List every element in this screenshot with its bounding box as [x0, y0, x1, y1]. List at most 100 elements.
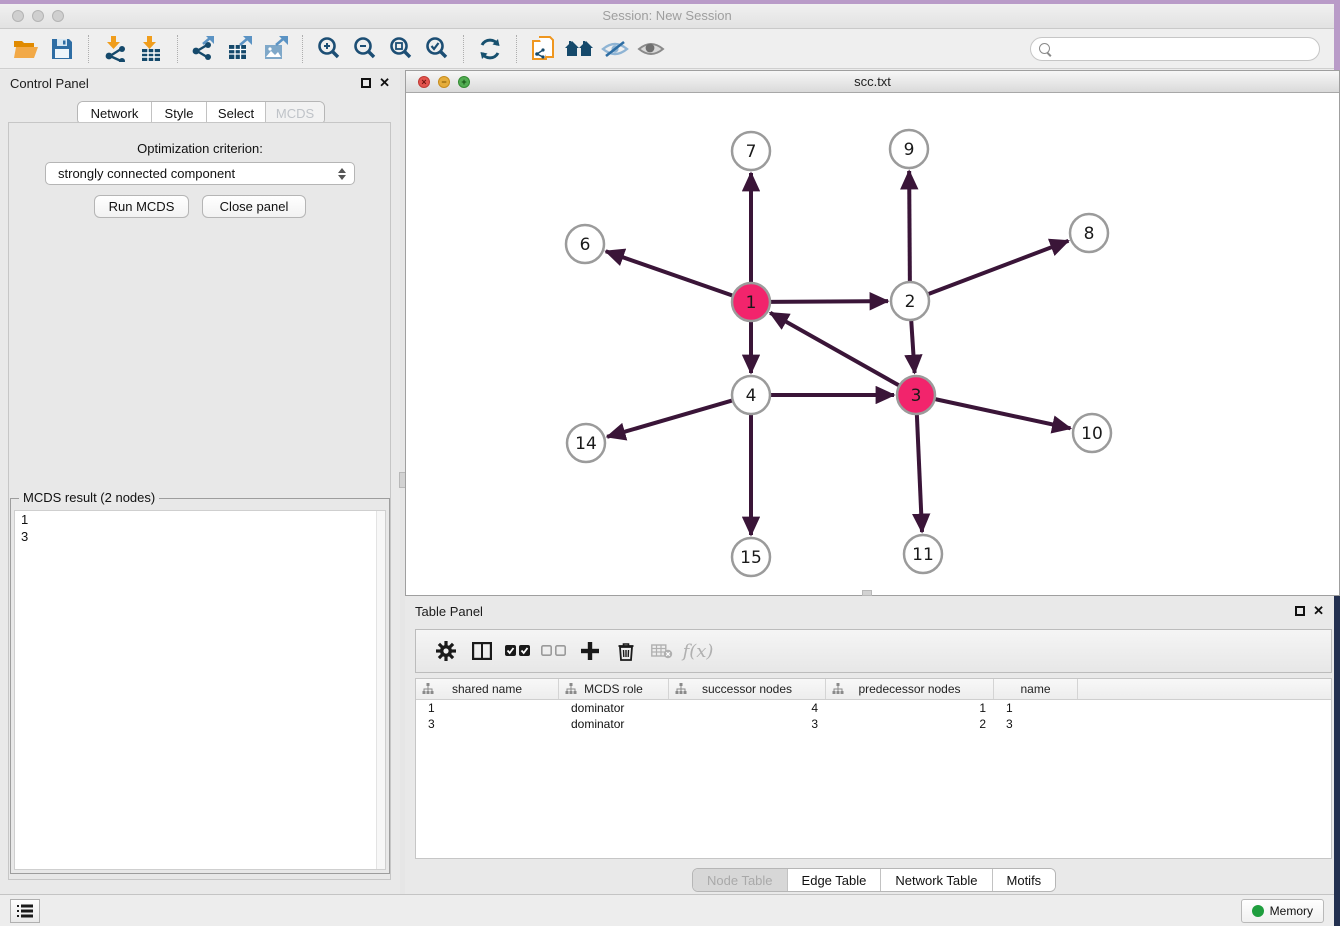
- status-bar: Memory: [0, 894, 1334, 926]
- cell-name: 1: [994, 701, 1078, 715]
- zoom-selected-icon[interactable]: [419, 33, 455, 65]
- column-header-mcds-role[interactable]: MCDS role: [559, 679, 669, 699]
- export-network-icon[interactable]: [186, 33, 222, 65]
- control-panel: Control Panel ✕ Network Style Select MCD…: [0, 70, 400, 894]
- tab-network[interactable]: Network: [78, 102, 151, 124]
- toolbar-separator: [302, 35, 303, 63]
- control-panel-title: Control Panel: [10, 76, 89, 91]
- toolbar-separator: [463, 35, 464, 63]
- search-input[interactable]: [1056, 41, 1310, 57]
- result-line: 3: [15, 528, 385, 545]
- close-panel-icon[interactable]: ✕: [379, 77, 390, 89]
- run-mcds-button[interactable]: Run MCDS: [94, 195, 189, 218]
- cell-successor-nodes: 3: [669, 717, 826, 731]
- node-label-10: 10: [1081, 424, 1103, 444]
- column-header-predecessor-nodes[interactable]: predecessor nodes: [826, 679, 994, 699]
- node-label-2: 2: [905, 292, 916, 312]
- tab-style[interactable]: Style: [151, 102, 206, 124]
- show-column-panel-icon[interactable]: [464, 634, 500, 668]
- mcds-result-title: MCDS result (2 nodes): [19, 490, 159, 505]
- network-view-frame: × − + scc.txt 7968124314101511: [405, 70, 1340, 596]
- table-header-row: shared name MCDS role successor nodes pr…: [416, 679, 1331, 700]
- titlebar[interactable]: Session: New Session: [0, 4, 1334, 29]
- open-session-icon[interactable]: [8, 33, 44, 65]
- network-graph[interactable]: 7968124314101511: [406, 93, 1339, 595]
- network-frame-titlebar[interactable]: × − + scc.txt: [406, 71, 1339, 93]
- tab-network-table[interactable]: Network Table: [880, 869, 991, 891]
- hide-selected-eye-icon[interactable]: [597, 33, 633, 65]
- edge-1-2[interactable]: [770, 301, 888, 302]
- import-table-icon[interactable]: [133, 33, 169, 65]
- network-frame-title: scc.txt: [406, 74, 1339, 89]
- select-all-columns-icon[interactable]: [500, 634, 536, 668]
- edge-3-11[interactable]: [917, 414, 922, 532]
- close-table-panel-icon[interactable]: ✕: [1313, 605, 1324, 617]
- network-from-file-icon[interactable]: [525, 33, 561, 65]
- criterion-value: strongly connected component: [58, 166, 235, 181]
- network-canvas[interactable]: 7968124314101511: [406, 93, 1339, 595]
- zoom-in-icon[interactable]: [311, 33, 347, 65]
- create-column-icon[interactable]: [572, 634, 608, 668]
- column-header-name[interactable]: name: [994, 679, 1078, 699]
- task-history-button[interactable]: [10, 899, 40, 923]
- memory-label: Memory: [1270, 904, 1313, 918]
- float-table-panel-icon[interactable]: [1295, 606, 1305, 616]
- optimization-criterion-label: Optimization criterion:: [0, 141, 400, 156]
- toolbar-separator: [177, 35, 178, 63]
- tab-mcds[interactable]: MCDS: [265, 102, 324, 124]
- zoom-fit-icon[interactable]: [383, 33, 419, 65]
- edge-3-10[interactable]: [935, 399, 1071, 428]
- edge-2-3[interactable]: [911, 320, 914, 373]
- home-icon[interactable]: [561, 33, 597, 65]
- tab-select[interactable]: Select: [206, 102, 265, 124]
- float-panel-icon[interactable]: [361, 78, 371, 88]
- mcds-result-textarea[interactable]: 1 3: [14, 510, 386, 870]
- export-image-icon[interactable]: [258, 33, 294, 65]
- node-table[interactable]: shared name MCDS role successor nodes pr…: [415, 678, 1332, 859]
- main-toolbar: [0, 29, 1334, 69]
- node-label-3: 3: [911, 386, 922, 406]
- tab-edge-table[interactable]: Edge Table: [787, 869, 881, 891]
- memory-button[interactable]: Memory: [1241, 899, 1324, 923]
- show-all-eye-icon[interactable]: [633, 33, 669, 65]
- column-header-successor-nodes[interactable]: successor nodes: [669, 679, 826, 699]
- edge-4-14[interactable]: [607, 400, 733, 437]
- mcds-result-group: MCDS result (2 nodes) 1 3: [10, 498, 390, 874]
- tab-motifs[interactable]: Motifs: [992, 869, 1056, 891]
- zoom-out-icon[interactable]: [347, 33, 383, 65]
- cell-name: 3: [994, 717, 1078, 731]
- cell-mcds-role: dominator: [559, 717, 669, 731]
- save-session-icon[interactable]: [44, 33, 80, 65]
- cell-shared-name: 3: [416, 717, 559, 731]
- select-stepper-icon: [335, 166, 348, 181]
- close-panel-button[interactable]: Close panel: [202, 195, 306, 218]
- edge-2-9[interactable]: [909, 171, 910, 282]
- search-field[interactable]: [1030, 37, 1320, 61]
- tab-node-table[interactable]: Node Table: [693, 869, 787, 891]
- cell-successor-nodes: 4: [669, 701, 826, 715]
- import-network-icon[interactable]: [97, 33, 133, 65]
- node-label-1: 1: [746, 293, 757, 313]
- table-row[interactable]: 1 dominator 4 1 1: [416, 700, 1331, 716]
- deselect-all-columns-icon[interactable]: [536, 634, 572, 668]
- criterion-select[interactable]: strongly connected component: [45, 162, 355, 185]
- edge-3-1[interactable]: [770, 313, 899, 386]
- delete-table-icon[interactable]: [644, 634, 680, 668]
- node-label-15: 15: [740, 548, 762, 568]
- screen: Session: New Session: [0, 0, 1340, 926]
- export-table-icon[interactable]: [222, 33, 258, 65]
- edge-1-6[interactable]: [606, 251, 733, 295]
- memory-status-icon: [1252, 905, 1264, 917]
- cell-mcds-role: dominator: [559, 701, 669, 715]
- table-tabs: Node Table Edge Table Network Table Moti…: [692, 868, 1056, 892]
- edge-2-8[interactable]: [928, 241, 1069, 294]
- refresh-icon[interactable]: [472, 33, 508, 65]
- desktop-background: [1334, 592, 1340, 926]
- cell-predecessor-nodes: 1: [826, 701, 994, 715]
- result-scrollbar[interactable]: [376, 511, 385, 869]
- column-header-shared-name[interactable]: shared name: [416, 679, 559, 699]
- toolbar-separator: [88, 35, 89, 63]
- delete-column-icon[interactable]: [608, 634, 644, 668]
- table-settings-gear-icon[interactable]: [428, 634, 464, 668]
- table-row[interactable]: 3 dominator 3 2 3: [416, 716, 1331, 732]
